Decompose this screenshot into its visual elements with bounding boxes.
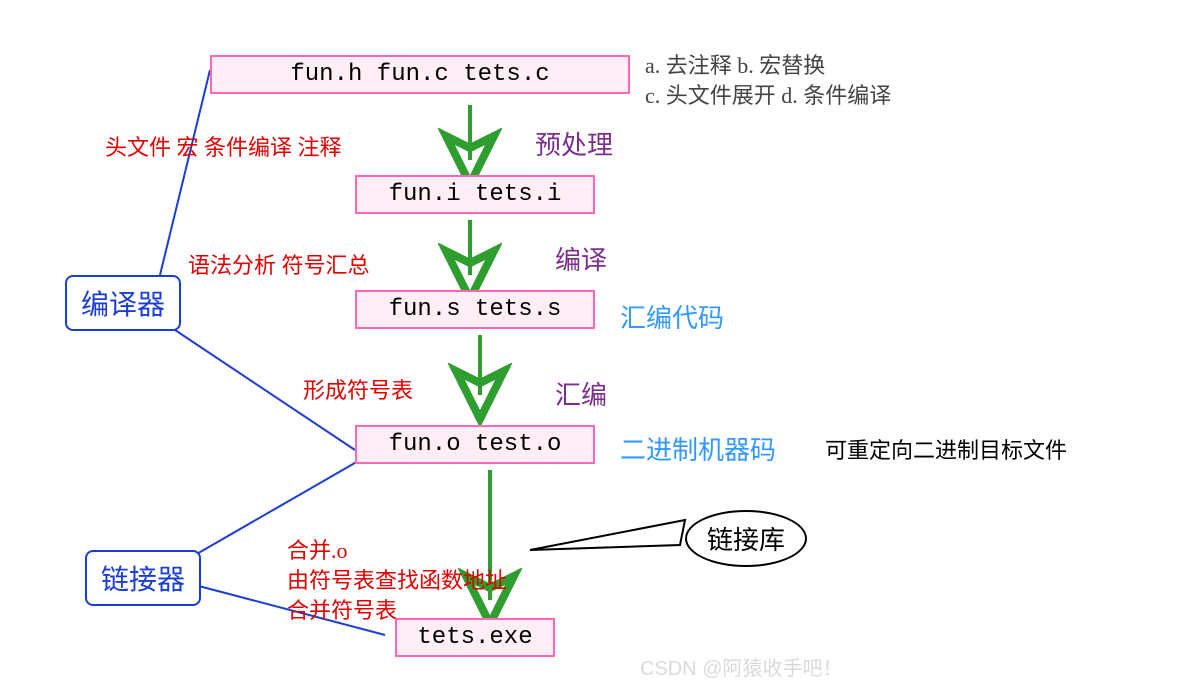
anno-compile: 语法分析 符号汇总 xyxy=(188,248,370,280)
stage-compile: 编译 xyxy=(555,240,607,277)
top-note-line2: c. 头文件展开 d. 条件编译 xyxy=(645,78,891,110)
stage-assemble: 汇编 xyxy=(555,375,607,412)
watermark: CSDN @阿猿收手吧！ xyxy=(640,652,843,681)
anno-preprocess: 头文件 宏 条件编译 注释 xyxy=(105,130,342,162)
compiled-files-box: fun.s tets.s xyxy=(355,290,595,329)
anno-link2: 由符号表查找函数地址 xyxy=(287,563,507,595)
linked-exe-box: tets.exe xyxy=(395,618,555,657)
assembled-files-box: fun.o test.o xyxy=(355,425,595,464)
anno-assemble: 形成符号表 xyxy=(303,373,413,405)
library-node: 链接库 xyxy=(685,510,807,567)
source-files-box: fun.h fun.c tets.c xyxy=(210,55,630,94)
compiler-node: 编译器 xyxy=(65,275,181,331)
linker-node: 链接器 xyxy=(85,550,201,606)
bin-code-label: 二进制机器码 xyxy=(620,430,776,467)
asm-code-label: 汇编代码 xyxy=(620,298,724,335)
preprocessed-files-box: fun.i tets.i xyxy=(355,175,595,214)
anno-link1: 合并.o xyxy=(287,533,348,565)
stage-preprocess: 预处理 xyxy=(535,125,613,162)
top-note-line1: a. 去注释 b. 宏替换 xyxy=(645,48,825,80)
anno-link3: 合并符号表 xyxy=(287,593,397,625)
bin-desc-label: 可重定向二进制目标文件 xyxy=(825,433,1067,465)
